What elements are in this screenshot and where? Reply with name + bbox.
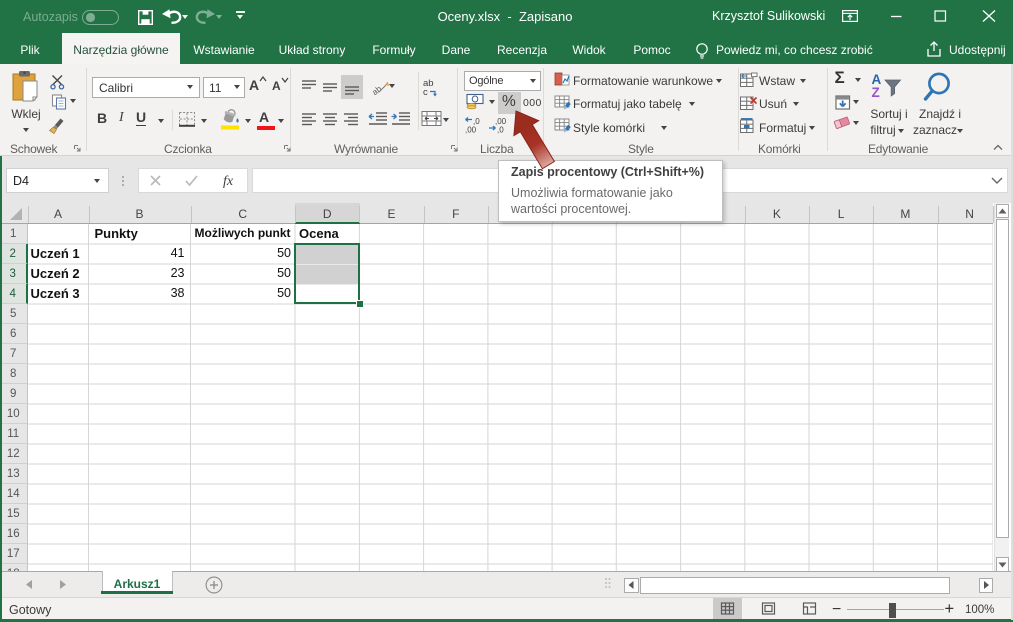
svg-text:ab: ab [371, 83, 384, 97]
svg-text:,00: ,00 [465, 126, 477, 135]
svg-text:c: c [423, 87, 428, 97]
svg-text:fx: fx [223, 174, 234, 189]
